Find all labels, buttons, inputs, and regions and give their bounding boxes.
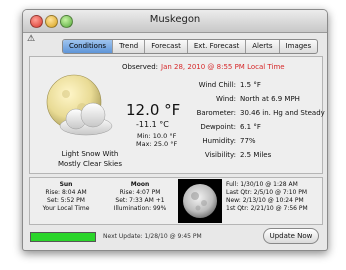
title-bar[interactable]: Muskegon <box>23 10 327 33</box>
temperature-f: 12.0 °F <box>126 101 181 119</box>
temperature-max: Max: 25.0 °F <box>136 140 178 148</box>
tab-conditions[interactable]: Conditions <box>63 40 114 53</box>
moon-rise: Rise: 4:07 PM <box>119 189 161 196</box>
condition-text: Light Snow With Mostly Clear Skies <box>30 149 150 169</box>
moon-heading: Moon <box>130 181 150 188</box>
wind-chill-value: 1.5 °F <box>240 81 261 89</box>
temperature-c: -11.1 °C <box>136 120 169 129</box>
phase-new: New: 2/13/10 @ 10:24 PM <box>226 197 304 204</box>
phase-first-quarter: 1st Qtr: 2/21/10 @ 7:56 PM <box>226 205 308 212</box>
status-bar: Next Update: 1/28/10 @ 9:45 PM Update No… <box>23 224 327 250</box>
moon-set: Set: 7:33 AM +1 <box>115 197 165 204</box>
tab-bar: Conditions Trend Forecast Ext. Forecast … <box>62 39 319 54</box>
sun-note: Your Local Time <box>42 205 90 212</box>
dewpoint-label: Dewpoint: <box>200 123 236 131</box>
moon-section: Moon Rise: 4:07 PM Set: 7:33 AM +1 Illum… <box>102 181 178 213</box>
tab-ext-forecast[interactable]: Ext. Forecast <box>188 40 247 53</box>
tab-trend[interactable]: Trend <box>113 40 146 53</box>
sun-set: Set: 5:52 PM <box>47 197 85 204</box>
wind-value: North at 6.9 MPH <box>240 95 300 103</box>
moon-cloud-icon <box>46 74 113 136</box>
visibility-label: Visibility: <box>204 151 236 159</box>
observed-time: Jan 28, 2010 @ 8:55 PM Local Time <box>161 63 285 71</box>
tab-images[interactable]: Images <box>280 40 318 53</box>
warning-icon[interactable]: ⚠ <box>27 34 35 44</box>
full-moon-icon <box>183 184 217 218</box>
moon-phases-list: Full: 1/30/10 @ 1:28 AM Last Qtr: 2/5/10… <box>226 181 322 213</box>
condition-line-1: Light Snow With <box>61 150 119 158</box>
next-update-text: Next Update: 1/28/10 @ 9:45 PM <box>103 233 202 240</box>
update-now-button[interactable]: Update Now <box>263 228 319 244</box>
app-window: Muskegon ⚠ Conditions Trend Forecast Ext… <box>22 9 328 251</box>
progress-fill <box>31 233 95 241</box>
observed-label: Observed: <box>122 63 159 71</box>
barometer-label: Barometer: <box>196 109 236 117</box>
condition-line-2: Mostly Clear Skies <box>58 160 122 168</box>
tab-forecast[interactable]: Forecast <box>145 40 188 53</box>
wind-label: Wind: <box>216 95 236 103</box>
humidity-value: 77% <box>240 137 256 145</box>
temperature-min: Min: 10.0 °F <box>137 132 177 140</box>
phase-full: Full: 1/30/10 @ 1:28 AM <box>226 181 298 188</box>
tab-alerts[interactable]: Alerts <box>246 40 280 53</box>
window-title: Muskegon <box>149 14 201 25</box>
update-progress-bar <box>30 232 96 242</box>
sun-section: Sun Rise: 8:04 AM Set: 5:52 PM Your Loca… <box>34 181 98 213</box>
moon-phase-image <box>178 179 222 223</box>
astronomy-panel: Sun Rise: 8:04 AM Set: 5:52 PM Your Loca… <box>29 177 323 225</box>
moon-illumination: Illumination: 99% <box>113 205 167 212</box>
sun-rise: Rise: 8:04 AM <box>45 189 87 196</box>
barometer-value: 30.46 in. Hg and Steady <box>240 109 325 117</box>
wind-chill-label: Wind Chill: <box>198 81 236 89</box>
conditions-panel: Observed: Jan 28, 2010 @ 8:55 PM Local T… <box>29 56 325 174</box>
humidity-label: Humidity: <box>202 137 236 145</box>
dewpoint-value: 6.1 °F <box>240 123 261 131</box>
sun-heading: Sun <box>59 181 73 188</box>
visibility-value: 2.5 Miles <box>240 151 272 159</box>
phase-last-quarter: Last Qtr: 2/5/10 @ 7:10 PM <box>226 189 308 196</box>
